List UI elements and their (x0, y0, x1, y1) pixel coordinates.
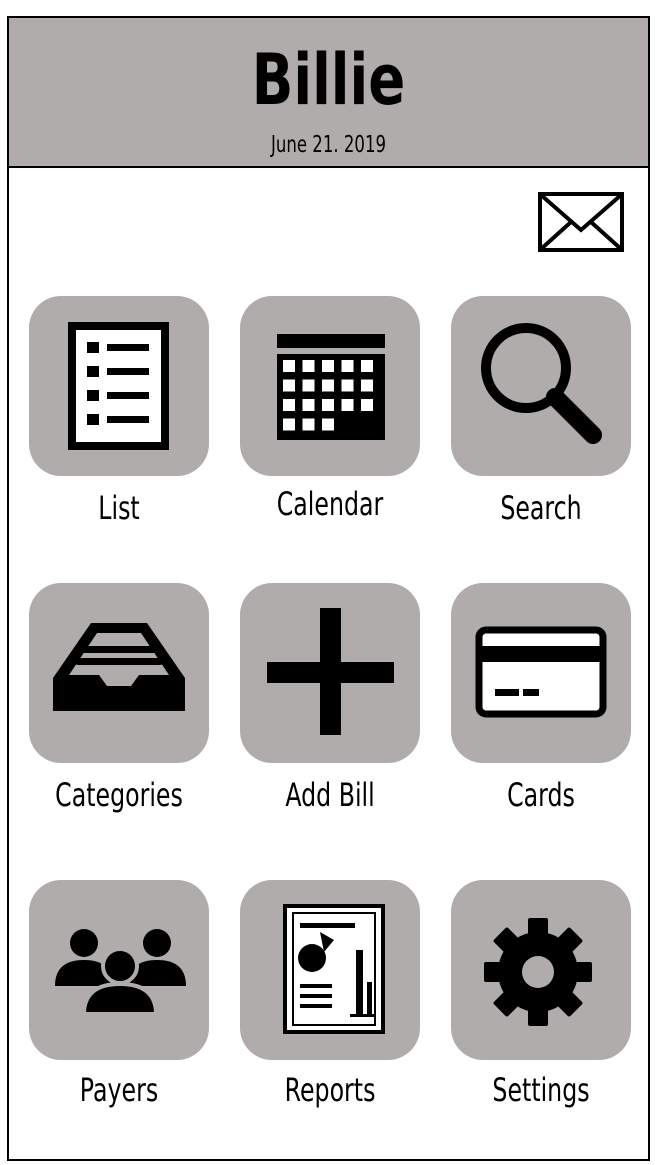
list-label[interactable]: List (41, 488, 196, 528)
reports-button[interactable] (240, 880, 420, 1060)
list-button[interactable] (29, 296, 209, 476)
cards-button[interactable] (451, 583, 631, 763)
categories-label[interactable]: Categories (41, 775, 196, 815)
add-bill-label[interactable]: Add Bill (252, 775, 407, 815)
categories-button[interactable] (29, 583, 209, 763)
app-screen: Billie June 21. 2019 List Calendar Searc… (7, 16, 650, 1161)
payers-button[interactable] (29, 880, 209, 1060)
search-button[interactable] (451, 296, 631, 476)
calendar-label[interactable]: Calendar (252, 484, 407, 524)
reports-label[interactable]: Reports (252, 1070, 407, 1110)
gear-icon (484, 918, 592, 1026)
messages-button[interactable] (538, 192, 624, 252)
settings-button[interactable] (451, 880, 631, 1060)
search-label[interactable]: Search (463, 488, 618, 528)
app-header: Billie June 21. 2019 (9, 18, 648, 168)
search-icon (481, 323, 602, 444)
cards-label[interactable]: Cards (463, 775, 618, 815)
calendar-icon (277, 334, 385, 440)
calendar-button[interactable] (240, 296, 420, 476)
current-date: June 21. 2019 (270, 132, 387, 158)
inbox-tray-icon (53, 623, 185, 711)
list-icon (68, 322, 169, 450)
app-title: Billie (251, 39, 406, 121)
settings-label[interactable]: Settings (463, 1070, 618, 1110)
credit-card-icon (475, 626, 607, 718)
report-document-icon (283, 904, 385, 1034)
add-bill-button[interactable] (240, 583, 420, 763)
payers-label[interactable]: Payers (41, 1070, 196, 1110)
envelope-icon (538, 192, 624, 252)
people-group-icon (55, 929, 186, 1016)
plus-icon (267, 608, 394, 735)
